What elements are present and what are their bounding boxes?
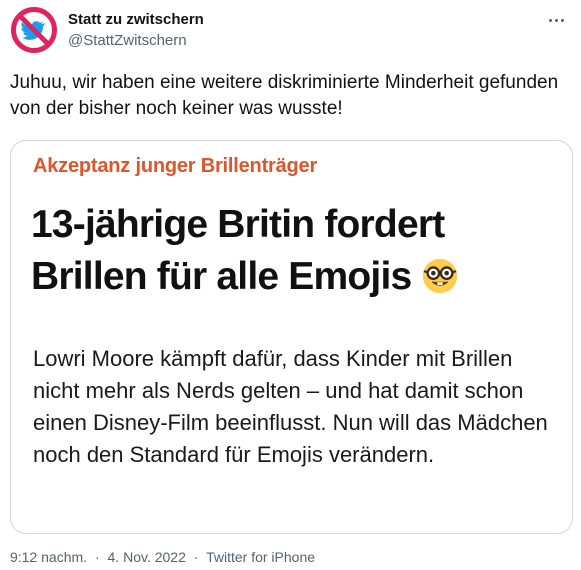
tweet-meta: 9:12 nachm. · 4. Nov. 2022 · Twitter for… (10, 549, 315, 565)
display-name[interactable]: Statt zu zwitschern (68, 10, 204, 30)
headline-line-2-text: Brillen für alle Emojis (31, 255, 412, 298)
article-teaser: Lowri Moore kämpft dafür, dass Kinder mi… (33, 346, 548, 467)
tweet: Statt zu zwitschern @StattZwitschern Juh… (0, 0, 581, 570)
tweet-text: Juhuu, wir haben eine weitere diskrimini… (10, 72, 559, 119)
nerd-face-emoji-icon (423, 258, 458, 294)
tweet-date[interactable]: 4. Nov. 2022 (108, 549, 186, 565)
no-twitter-bird-icon (10, 6, 58, 54)
more-icon (548, 18, 552, 22)
article-kicker: Akzeptanz junger Brillenträger (33, 155, 318, 177)
tweet-source[interactable]: Twitter for iPhone (206, 549, 315, 565)
headline-line-1: 13-jährige Britin fordert (31, 203, 445, 246)
more-icon (554, 18, 558, 22)
tweet-time[interactable]: 9:12 nachm. (10, 549, 87, 565)
more-button[interactable] (543, 10, 569, 30)
more-icon (560, 18, 564, 22)
meta-separator: · (94, 549, 100, 565)
article-headline: 13-jährige Britin fordert Brillen für al… (31, 199, 551, 303)
meta-separator: · (193, 549, 199, 565)
user-block: Statt zu zwitschern @StattZwitschern (68, 10, 204, 51)
avatar[interactable] (10, 6, 58, 54)
headline-line-2: Brillen für alle Emojis (31, 251, 551, 303)
media-card[interactable]: Akzeptanz junger Brillenträger 13-jährig… (10, 140, 573, 534)
handle[interactable]: @StattZwitschern (68, 31, 204, 51)
